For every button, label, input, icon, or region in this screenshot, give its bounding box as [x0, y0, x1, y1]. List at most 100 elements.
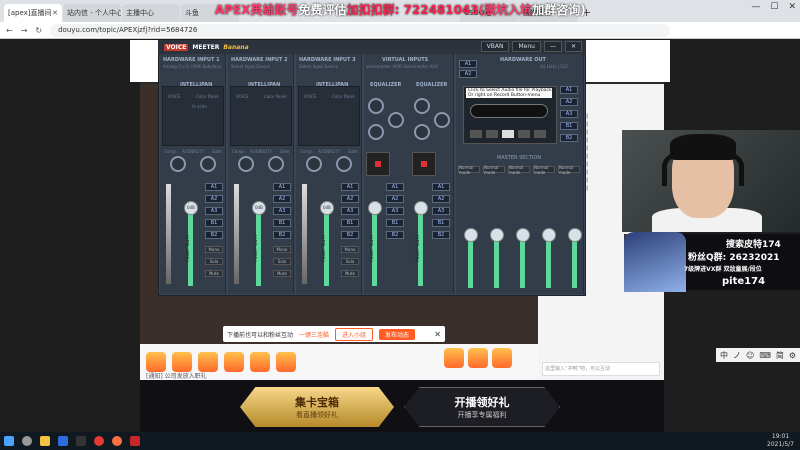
gift-icon[interactable]: [224, 352, 244, 372]
gift-icon[interactable]: [276, 352, 296, 372]
bus-a3-button[interactable]: A3: [432, 207, 450, 215]
bus-a2-button[interactable]: A2: [273, 195, 291, 203]
fader-gain-slider[interactable]: [414, 201, 428, 215]
ime-emoji-icon[interactable]: ☺: [746, 351, 754, 360]
bus-a2-button[interactable]: A2: [386, 195, 404, 203]
out-fader-slider[interactable]: [568, 228, 582, 242]
gift-icon[interactable]: [468, 348, 488, 368]
popup-link[interactable]: 一键三连酷: [299, 330, 329, 339]
app-icon[interactable]: [58, 436, 68, 446]
minimize-button[interactable]: —: [751, 2, 760, 12]
menu-button[interactable]: Menu: [512, 41, 541, 52]
gift-icon[interactable]: [444, 348, 464, 368]
bus-b2-button[interactable]: B2: [205, 231, 223, 239]
gift-icon[interactable]: [492, 348, 512, 368]
bus-a3-button[interactable]: A3: [341, 207, 359, 215]
forward-icon[interactable]: →: [21, 26, 28, 35]
bus-b1-button[interactable]: B1: [386, 219, 404, 227]
bus-a2-button[interactable]: A2: [205, 195, 223, 203]
fader-gain-slider[interactable]: [368, 201, 382, 215]
gift-icon[interactable]: [250, 352, 270, 372]
close-button[interactable]: ✕: [564, 41, 582, 52]
strip-device[interactable]: Select Input Device: [231, 64, 270, 69]
chat-input[interactable]: 这里输入“冲鸭”吧，可以互动: [542, 362, 660, 376]
reload-icon[interactable]: ↻: [35, 26, 42, 35]
rewind-button[interactable]: [470, 130, 482, 138]
out-b1-button[interactable]: B1: [560, 122, 578, 130]
back-icon[interactable]: ←: [6, 26, 13, 35]
mono-button[interactable]: Mono: [205, 246, 223, 253]
solo-button[interactable]: Solo: [273, 258, 291, 265]
gift-icon[interactable]: [172, 352, 192, 372]
record-button[interactable]: [534, 130, 546, 138]
maximize-button[interactable]: ☐: [770, 2, 778, 12]
eq-knob[interactable]: [414, 124, 430, 140]
bus-b1-button[interactable]: B1: [432, 219, 450, 227]
bus-a3-button[interactable]: A3: [205, 207, 223, 215]
gate-knob[interactable]: [268, 156, 284, 172]
mute-button[interactable]: Mute: [341, 270, 359, 277]
bus-b2-button[interactable]: B2: [341, 231, 359, 239]
app-icon[interactable]: [130, 436, 140, 446]
stream-reward-button[interactable]: 开播领好礼 开播享专属福利: [404, 387, 560, 427]
mute-button[interactable]: Mute: [205, 270, 223, 277]
bus-a1-button[interactable]: A1: [205, 183, 223, 191]
bus-a1-button[interactable]: A1: [341, 183, 359, 191]
out-a2-button[interactable]: A2: [560, 98, 578, 106]
gate-knob[interactable]: [200, 156, 216, 172]
bus-b2-button[interactable]: B2: [432, 231, 450, 239]
out-fader-slider[interactable]: [516, 228, 530, 242]
card-box-button[interactable]: 集卡宝箱 看直播领好礼: [240, 387, 394, 427]
ime-punct-icon[interactable]: ノ: [733, 350, 741, 361]
out-fader-slider[interactable]: [464, 228, 478, 242]
stop-button[interactable]: [502, 130, 514, 138]
tape-file-selector[interactable]: Click to Select Audio file for Playback …: [466, 88, 552, 98]
folder-icon[interactable]: [40, 436, 50, 446]
gate-knob[interactable]: [336, 156, 352, 172]
chrome-icon[interactable]: [94, 436, 104, 446]
ime-lang-icon[interactable]: 中: [720, 350, 728, 361]
out-fader-slider[interactable]: [542, 228, 556, 242]
mode-button[interactable]: Normal mode: [558, 165, 580, 175]
close-icon[interactable]: ✕: [52, 9, 58, 17]
out-fader-slider[interactable]: [490, 228, 504, 242]
eq-knob[interactable]: [434, 112, 450, 128]
bus-a1-button[interactable]: A1: [273, 183, 291, 191]
forward-button[interactable]: [486, 130, 498, 138]
url-input[interactable]: douyu.com/topic/APEXjzfj?rid=5684726: [50, 23, 671, 37]
bus-a1-button[interactable]: A1: [386, 183, 404, 191]
close-button[interactable]: ✕: [788, 2, 796, 12]
solo-button[interactable]: Solo: [341, 258, 359, 265]
ime-keyboard-icon[interactable]: ⌨: [759, 351, 771, 360]
mode-button[interactable]: Normal mode: [483, 165, 505, 175]
play-button[interactable]: [518, 130, 530, 138]
mode-button[interactable]: Normal mode: [458, 165, 480, 175]
comp-knob[interactable]: [238, 156, 254, 172]
comp-knob[interactable]: [306, 156, 322, 172]
eq-knob[interactable]: [414, 98, 430, 114]
bus-b1-button[interactable]: B1: [341, 219, 359, 227]
strip-device[interactable]: Analog (1+2) (RME Babyface: [163, 64, 221, 69]
out-b2-button[interactable]: B2: [560, 134, 578, 142]
bus-b1-button[interactable]: B1: [273, 219, 291, 227]
out-a1-button[interactable]: A1: [560, 86, 578, 94]
bus-a1-button[interactable]: A1: [432, 183, 450, 191]
mono-button[interactable]: Mono: [341, 246, 359, 253]
post-update-button[interactable]: 发布动态: [379, 328, 416, 340]
solo-button[interactable]: Solo: [205, 258, 223, 265]
out-a1-button[interactable]: A1: [459, 60, 477, 68]
vban-button[interactable]: VBAN: [480, 41, 510, 52]
chrome-icon[interactable]: [112, 436, 122, 446]
mute-button[interactable]: Mute: [273, 270, 291, 277]
eq-knob[interactable]: [368, 124, 384, 140]
ime-simplified-icon[interactable]: 简: [776, 350, 784, 361]
tab-anchor-center[interactable]: 主播中心: [122, 4, 180, 22]
out-a2-button[interactable]: A2: [459, 70, 477, 78]
bus-a3-button[interactable]: A3: [386, 207, 404, 215]
tab-apex[interactable]: [apex]直播间 ✕: [4, 4, 62, 22]
bus-b1-button[interactable]: B1: [205, 219, 223, 227]
eq-knob[interactable]: [388, 112, 404, 128]
tab-messages[interactable]: 站内信 - 个人中心: [63, 4, 121, 22]
comp-knob[interactable]: [170, 156, 186, 172]
mode-button[interactable]: Normal mode: [508, 165, 530, 175]
